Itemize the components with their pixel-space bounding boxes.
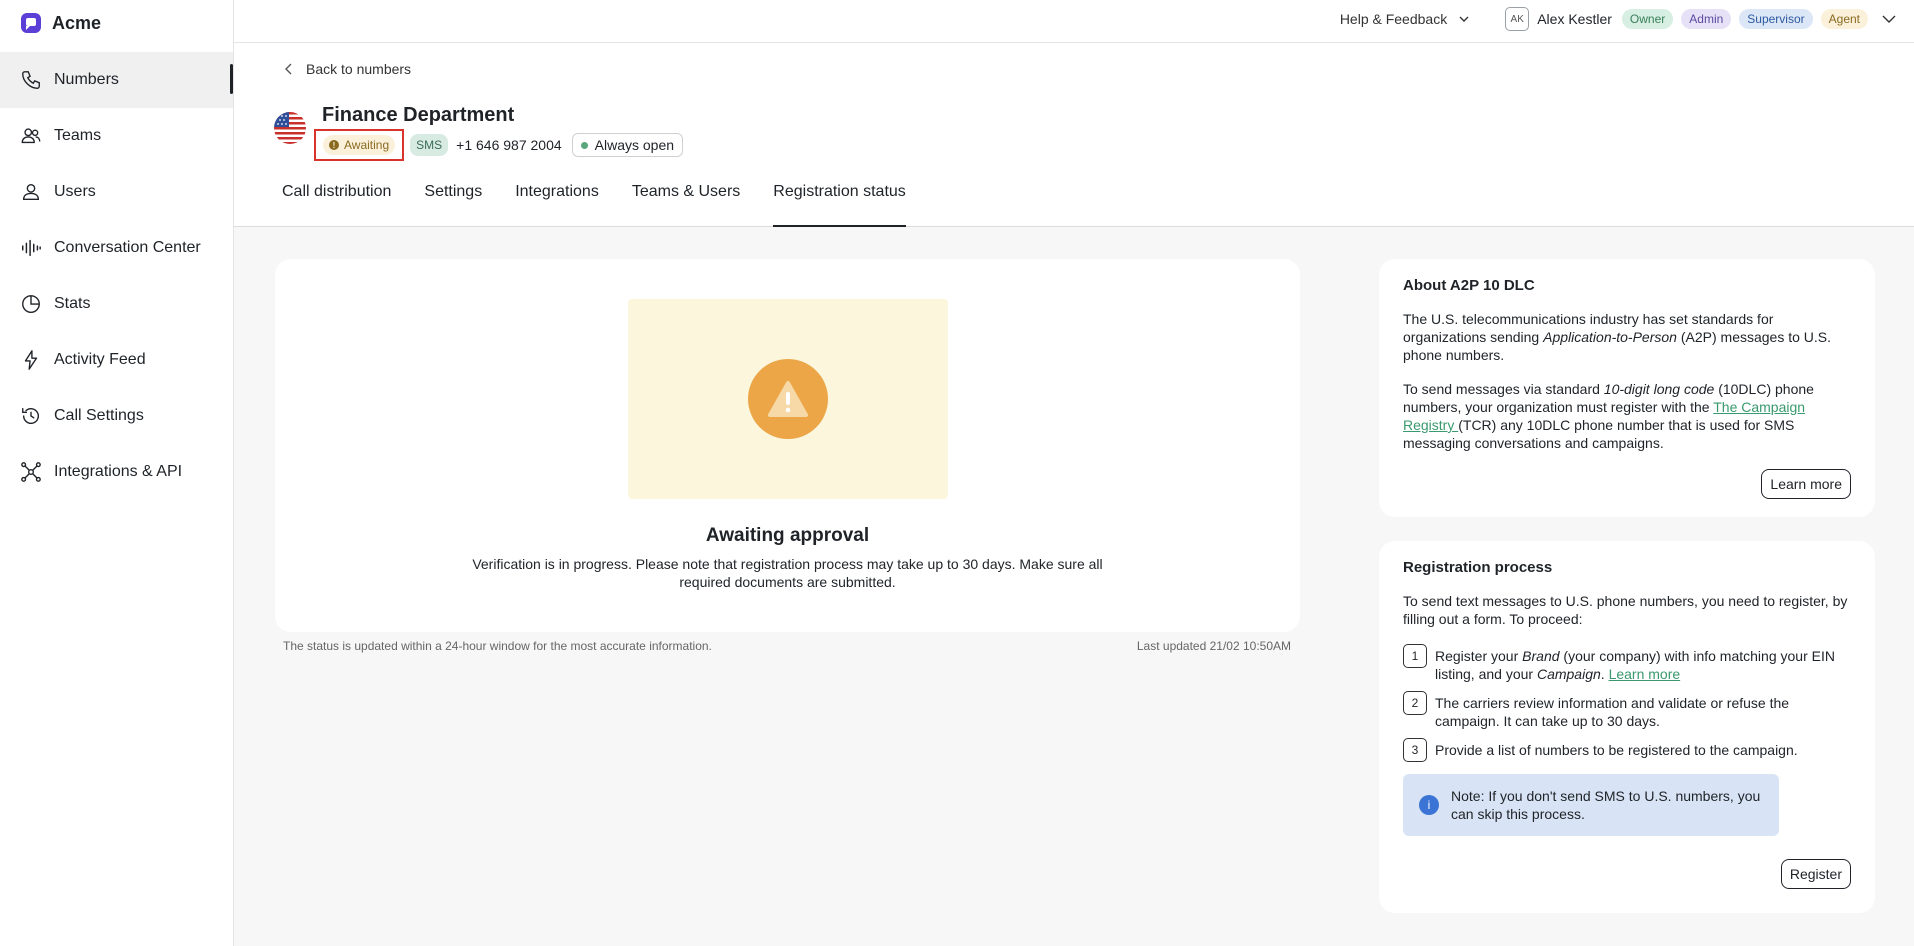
step-number: 3 bbox=[1403, 738, 1427, 762]
sidebar-item-conversation-center[interactable]: Conversation Center bbox=[0, 220, 233, 276]
us-flag-icon bbox=[274, 112, 306, 144]
status-badge: ! Awaiting bbox=[323, 135, 396, 155]
skip-note: i Note: If you don't send SMS to U.S. nu… bbox=[1403, 774, 1779, 836]
about-title: About A2P 10 DLC bbox=[1403, 277, 1535, 294]
sidebar-item-call-settings[interactable]: Call Settings bbox=[0, 388, 233, 444]
registration-title: Registration process bbox=[1403, 559, 1553, 576]
number-tabs: Call distribution Settings Integrations … bbox=[282, 179, 906, 227]
status-badge-label: Awaiting bbox=[344, 138, 390, 152]
sidebar-item-label: Teams bbox=[54, 127, 102, 144]
user-icon bbox=[20, 181, 42, 203]
brand-name: Acme bbox=[52, 12, 102, 33]
acme-logo-icon bbox=[21, 13, 41, 33]
about-paragraph-1: The U.S. telecommunications industry has… bbox=[1403, 311, 1832, 363]
network-icon bbox=[20, 461, 42, 483]
register-button[interactable]: Register bbox=[1780, 859, 1851, 889]
role-badge-agent: Agent bbox=[1820, 9, 1868, 29]
brand[interactable]: Acme bbox=[0, 0, 233, 46]
help-feedback-dropdown[interactable]: Help & Feedback bbox=[1340, 11, 1471, 27]
main-content: Awaiting approval Verification is in pro… bbox=[234, 227, 1914, 946]
status-description: Verification is in progress. Please note… bbox=[472, 556, 1103, 590]
learn-more-button[interactable]: Learn more bbox=[1761, 469, 1851, 499]
sidebar-item-activity-feed[interactable]: Activity Feed bbox=[0, 332, 233, 388]
about-paragraph-2: To send messages via standard 10-digit l… bbox=[1403, 381, 1814, 451]
sidebar-item-users[interactable]: Users bbox=[0, 164, 233, 220]
sidebar-item-stats[interactable]: Stats bbox=[0, 276, 233, 332]
sidebar-item-label: Users bbox=[54, 183, 96, 200]
step-number: 2 bbox=[1403, 691, 1427, 715]
role-badge-supervisor: Supervisor bbox=[1739, 9, 1813, 29]
info-icon: i bbox=[1419, 795, 1439, 815]
tab-settings[interactable]: Settings bbox=[424, 179, 482, 226]
step-text: Register your Brand (your company) with … bbox=[1435, 648, 1835, 682]
sidebar-item-label: Numbers bbox=[54, 71, 119, 88]
step-learn-more-link[interactable]: Learn more bbox=[1609, 666, 1681, 682]
sidebar-item-label: Conversation Center bbox=[54, 239, 201, 256]
sidebar-item-label: Stats bbox=[54, 295, 91, 312]
sidebar: Acme Numbers Teams Users Conversation Ce… bbox=[0, 0, 234, 946]
status-footnote: The status is updated within a 24-hour w… bbox=[283, 639, 712, 653]
number-badges: ! Awaiting SMS +1 646 987 2004 Always op… bbox=[314, 129, 684, 161]
step-text: The carriers review information and vali… bbox=[1435, 695, 1790, 729]
back-label: Back to numbers bbox=[306, 61, 412, 77]
topbar: Help & Feedback AK Alex Kestler Owner Ad… bbox=[234, 0, 1914, 43]
registration-step: 3 Provide a list of numbers to be regist… bbox=[1403, 738, 1851, 762]
awaiting-illustration bbox=[628, 299, 948, 499]
teams-icon bbox=[20, 125, 42, 147]
status-title: Awaiting approval bbox=[705, 525, 870, 546]
note-text: Note: If you don't send SMS to U.S. numb… bbox=[1451, 788, 1761, 822]
registration-intro: To send text messages to U.S. phone numb… bbox=[1403, 593, 1848, 627]
sidebar-item-numbers[interactable]: Numbers bbox=[0, 52, 233, 108]
warning-icon bbox=[748, 359, 828, 439]
tab-registration-status[interactable]: Registration status bbox=[773, 179, 906, 227]
registration-process-card: Registration process To send text messag… bbox=[1379, 541, 1875, 913]
user-name[interactable]: Alex Kestler bbox=[1537, 11, 1612, 27]
role-badge-admin: Admin bbox=[1681, 9, 1732, 29]
pie-chart-icon bbox=[20, 293, 42, 315]
chevron-left-icon bbox=[285, 63, 292, 75]
alert-dot-icon: ! bbox=[329, 140, 339, 150]
audio-bars-icon bbox=[20, 237, 42, 259]
hours-badge-label: Always open bbox=[594, 137, 675, 153]
sidebar-item-integrations-api[interactable]: Integrations & API bbox=[0, 444, 233, 500]
sms-badge: SMS bbox=[410, 134, 449, 156]
history-icon bbox=[20, 405, 42, 427]
sidebar-item-label: Integrations & API bbox=[54, 463, 183, 480]
chevron-down-icon bbox=[1459, 16, 1469, 22]
hours-badge: Always open bbox=[571, 133, 684, 157]
user-menu-chevron-icon[interactable] bbox=[1880, 10, 1898, 28]
phone-number: +1 646 987 2004 bbox=[456, 137, 562, 153]
back-to-numbers-link[interactable]: Back to numbers bbox=[284, 61, 411, 77]
registration-status-card: Awaiting approval Verification is in pro… bbox=[275, 259, 1300, 632]
page-title: Finance Department bbox=[322, 104, 515, 126]
role-badge-owner: Owner bbox=[1621, 9, 1674, 29]
sidebar-item-label: Call Settings bbox=[54, 407, 144, 424]
sidebar-item-teams[interactable]: Teams bbox=[0, 108, 233, 164]
last-updated: Last updated 21/02 10:50AM bbox=[1136, 639, 1291, 653]
open-status-dot-icon bbox=[580, 141, 588, 149]
number-header: Back to numbers Finance Department ! Awa… bbox=[234, 43, 1914, 227]
help-feedback-label: Help & Feedback bbox=[1339, 11, 1448, 27]
registration-step: 1 Register your Brand (your company) wit… bbox=[1403, 644, 1851, 683]
sidebar-item-label: Activity Feed bbox=[54, 351, 146, 368]
registration-step: 2 The carriers review information and va… bbox=[1403, 691, 1851, 730]
step-text: Provide a list of numbers to be register… bbox=[1435, 742, 1798, 758]
tab-teams-users[interactable]: Teams & Users bbox=[632, 179, 740, 226]
avatar[interactable]: AK bbox=[1505, 7, 1530, 31]
tab-integrations[interactable]: Integrations bbox=[515, 179, 599, 226]
lightning-icon bbox=[20, 349, 42, 371]
sidebar-nav: Numbers Teams Users Conversation Center … bbox=[0, 52, 233, 500]
highlighted-status-box: ! Awaiting bbox=[314, 129, 405, 161]
tab-call-distribution[interactable]: Call distribution bbox=[282, 179, 391, 226]
phone-icon bbox=[20, 69, 42, 91]
registration-steps: 1 Register your Brand (your company) wit… bbox=[1403, 644, 1851, 762]
about-a2p-card: About A2P 10 DLC The U.S. telecommunicat… bbox=[1379, 259, 1875, 517]
topbar-right: Help & Feedback AK Alex Kestler Owner Ad… bbox=[1340, 0, 1898, 38]
step-number: 1 bbox=[1403, 644, 1427, 668]
